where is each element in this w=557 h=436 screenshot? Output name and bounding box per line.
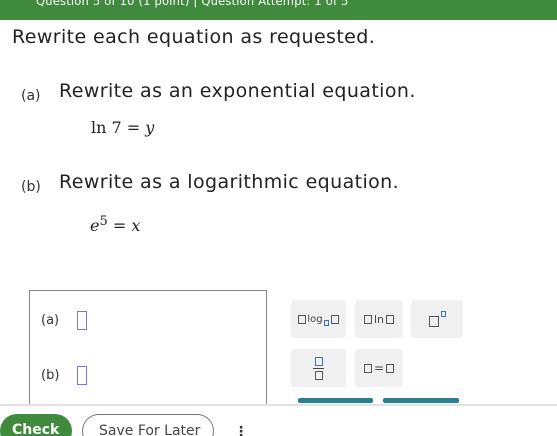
ln-text: ln bbox=[373, 312, 385, 326]
answer-b-label: (b) bbox=[41, 368, 60, 383]
part-b-label: (b) bbox=[21, 179, 41, 195]
keypad-log-button[interactable]: log bbox=[291, 300, 346, 338]
part-b-prompt: Rewrite as a logarithmic equation. bbox=[59, 171, 400, 193]
placeholder-box-icon bbox=[386, 363, 395, 373]
placeholder-box-icon bbox=[386, 314, 395, 324]
keypad-tab-indicator[interactable] bbox=[383, 398, 459, 403]
equation-a-equals: = bbox=[126, 118, 141, 137]
answer-a-label: (a) bbox=[41, 313, 60, 328]
save-for-later-button[interactable]: Save For Later bbox=[82, 414, 214, 436]
question-info: Question 5 of 10 (1 point) | Question At… bbox=[36, 0, 349, 8]
equals-text: = bbox=[373, 361, 385, 375]
placeholder-box-icon bbox=[330, 314, 339, 324]
keypad-exponent-button[interactable] bbox=[411, 300, 463, 338]
part-a-equation: ln 7 = y bbox=[91, 118, 154, 137]
check-button[interactable]: Check bbox=[0, 414, 72, 436]
part-a-label: (a) bbox=[21, 88, 41, 104]
keypad-equals-button[interactable]: = bbox=[355, 349, 403, 387]
log-text: log bbox=[307, 313, 323, 325]
base-box-icon bbox=[428, 315, 439, 327]
equation-a-rhs: y bbox=[145, 118, 155, 137]
keypad-ln-button[interactable]: ln bbox=[355, 300, 403, 338]
footer-divider bbox=[0, 404, 557, 406]
equation-b-equals: = bbox=[112, 216, 127, 235]
equation-b-rhs: x bbox=[131, 216, 141, 235]
denominator-box-icon bbox=[314, 370, 323, 380]
numerator-box-icon bbox=[314, 356, 323, 366]
answer-area: (a) (b) bbox=[29, 290, 267, 405]
fraction-bar-icon bbox=[313, 367, 324, 369]
more-options-icon[interactable]: ⋮ bbox=[234, 424, 248, 436]
part-a-prompt: Rewrite as an exponential equation. bbox=[59, 80, 416, 102]
instructions: Rewrite each equation as requested. bbox=[12, 26, 376, 48]
exponent-box-icon bbox=[440, 311, 446, 317]
placeholder-box-icon bbox=[363, 363, 372, 373]
keypad-tab-indicator[interactable] bbox=[298, 398, 373, 403]
answer-a-input[interactable] bbox=[77, 311, 87, 330]
answer-b-input[interactable] bbox=[77, 366, 87, 385]
equation-a-function: ln bbox=[91, 118, 107, 137]
equation-a-argument: 7 bbox=[111, 118, 122, 137]
subscript-box-icon bbox=[323, 320, 329, 326]
part-b-equation: e5 = x bbox=[90, 214, 141, 235]
keypad-fraction-button[interactable] bbox=[291, 349, 346, 387]
placeholder-box-icon bbox=[298, 314, 307, 324]
placeholder-box-icon bbox=[363, 314, 372, 324]
question-header-bar: Question 5 of 10 (1 point) | Question At… bbox=[0, 0, 557, 20]
equation-b-exponent: 5 bbox=[99, 214, 108, 229]
